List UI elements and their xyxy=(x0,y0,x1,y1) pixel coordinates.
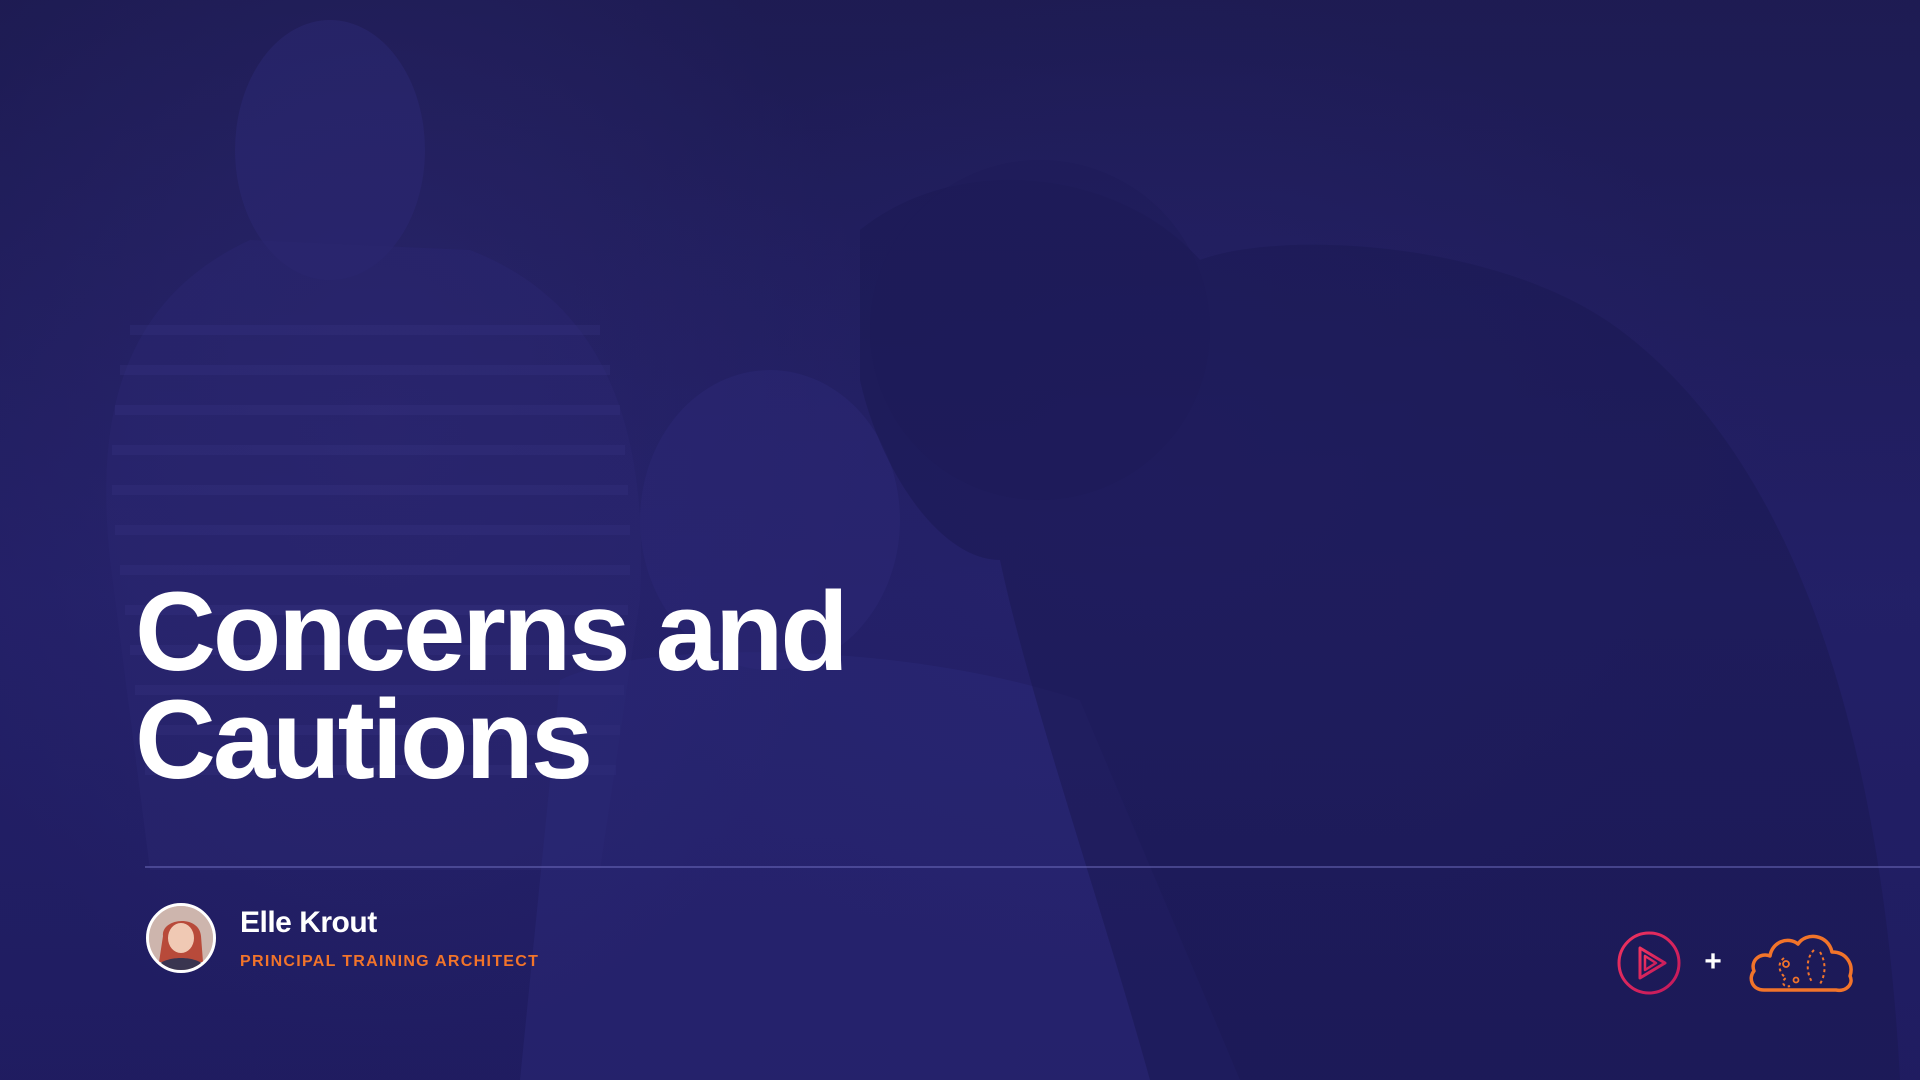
presenter-name: Elle Krout xyxy=(240,906,377,939)
cloud-logo-icon xyxy=(1749,934,1853,993)
footer-divider xyxy=(145,866,1920,868)
brand-logos: + xyxy=(1616,928,1856,1000)
presenter-role: PRINCIPAL TRAINING ARCHITECT xyxy=(240,953,540,970)
slide-title: Concerns and Cautions xyxy=(135,569,1235,802)
play-logo-icon xyxy=(1617,931,1681,995)
title-line-1: Concerns and xyxy=(135,569,849,694)
plus-sign: + xyxy=(1704,945,1722,978)
title-line-2: Cautions xyxy=(135,677,593,802)
title-slide: Concerns and Cautions Elle Krout PRINCIP… xyxy=(0,0,1920,1080)
presenter-avatar xyxy=(146,903,216,973)
avatar-photo xyxy=(149,906,213,970)
